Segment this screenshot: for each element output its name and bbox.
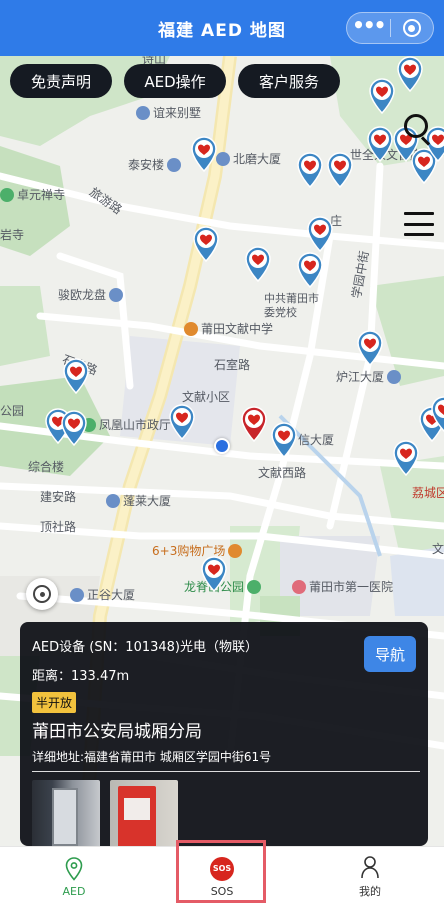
search-button[interactable] (402, 112, 434, 146)
building-icon (136, 105, 150, 120)
photo-gallery (32, 780, 416, 850)
user-location-dot (214, 438, 230, 454)
road-label: 文献西路 (258, 466, 307, 480)
aed-marker[interactable] (62, 358, 90, 394)
crosshair-icon (33, 585, 51, 603)
map-label: 荔城区 (412, 486, 444, 500)
locate-me-button[interactable] (26, 578, 58, 610)
app-header: 福建 AED 地图 ••• (0, 0, 444, 56)
sos-icon: SOS (210, 856, 234, 881)
disclaimer-button[interactable]: 免责声明 (10, 64, 112, 98)
park-icon (247, 579, 262, 594)
map-poi: 谊来别墅 (136, 104, 201, 121)
aed-marker[interactable] (306, 216, 334, 252)
user-icon (361, 856, 379, 879)
aed-map-screen: 福建 AED 地图 ••• 诗山 谊来别墅 北磨大厦 世全人文首府 旅游路 泰安… (0, 0, 444, 907)
map-label: 中共莆田市委党校 (264, 292, 319, 319)
map-poi: 凤凰山市政厅 (82, 416, 171, 433)
bottom-tab-bar: AED SOS SOS 我的 (0, 846, 444, 907)
building-icon (109, 287, 124, 302)
map-pin-icon (65, 856, 83, 881)
aed-marker[interactable] (430, 396, 444, 432)
road-label: 石室路 (214, 358, 251, 372)
aed-marker[interactable] (244, 246, 272, 282)
navigate-button[interactable]: 导航 (364, 636, 416, 672)
tab-sos[interactable]: SOS SOS (148, 847, 296, 907)
map-label: 岩寺 (0, 228, 25, 242)
status-badge: 半开放 (32, 692, 77, 713)
map-label: 综合楼 (28, 460, 65, 474)
aed-marker[interactable] (240, 406, 268, 442)
tab-label: 我的 (359, 885, 381, 898)
miniprogram-capsule: ••• (346, 12, 434, 44)
aed-marker[interactable] (356, 330, 384, 366)
more-button[interactable]: ••• (347, 13, 390, 43)
device-sn: AED设备 (SN：101348)光电（物联） (32, 640, 258, 655)
map-poi: 泰安楼 (128, 156, 182, 173)
tab-label: SOS (210, 884, 234, 898)
map-poi: 正谷大厦 (70, 586, 135, 603)
building-icon (106, 493, 120, 508)
aed-photo[interactable] (32, 780, 100, 850)
aed-operation-button[interactable]: AED操作 (124, 64, 226, 98)
aed-marker[interactable] (200, 556, 228, 592)
location-name: 莆田市公安局城厢分局 (32, 722, 202, 742)
map-poi: 北磨大厦 (216, 150, 281, 167)
aed-marker[interactable] (270, 422, 298, 458)
menu-icon (404, 212, 434, 215)
map-poi: 蓬莱大厦 (106, 492, 171, 509)
map-poi: 骏欧龙盘 (58, 286, 124, 303)
page-title: 福建 AED 地图 (158, 20, 286, 41)
map-poi: 莆田文献中学 (184, 320, 273, 337)
aed-marker[interactable] (392, 440, 420, 476)
tab-label: AED (62, 884, 86, 898)
search-icon (404, 114, 428, 138)
map-label: 文献小区 (182, 390, 231, 404)
tab-mine[interactable]: 我的 (296, 847, 444, 907)
tab-aed[interactable]: AED (0, 847, 148, 907)
building-icon (387, 369, 402, 384)
aed-info-card[interactable]: AED设备 (SN：101348)光电（物联） 距离：133.47m 半开放 莆… (20, 622, 428, 850)
aed-marker[interactable] (296, 152, 324, 188)
map-poi: 6+3购物广场 (152, 542, 243, 559)
map-label: 公园 (0, 404, 25, 418)
building-icon (216, 151, 230, 166)
hospital-icon (292, 579, 306, 594)
more-dots-icon: ••• (352, 13, 386, 37)
aed-photo[interactable] (110, 780, 178, 850)
close-button[interactable] (391, 13, 434, 43)
map-label: 文 (432, 542, 444, 556)
target-icon (402, 19, 421, 37)
aed-marker[interactable] (190, 136, 218, 172)
aed-marker[interactable] (168, 404, 196, 440)
aed-marker[interactable] (396, 56, 424, 92)
location-address: 详细地址:福建省莆田市 城厢区学园中街61号 (32, 748, 420, 772)
menu-button[interactable] (404, 212, 434, 236)
map-label: 信大厦 (298, 433, 335, 447)
map-poi: 莆田市第一医院 (292, 578, 393, 595)
customer-service-button[interactable]: 客户服务 (238, 64, 340, 98)
map-poi: 卓元禅寺 (0, 186, 65, 203)
road-label: 建安路 (40, 490, 77, 504)
aed-marker[interactable] (366, 126, 394, 162)
aed-marker[interactable] (368, 78, 396, 114)
temple-icon (0, 187, 14, 202)
aed-marker[interactable] (296, 252, 324, 288)
building-icon (167, 157, 182, 172)
building-icon (70, 587, 84, 602)
aed-marker[interactable] (192, 226, 220, 262)
map-poi: 炉江大厦 (336, 368, 402, 385)
shopping-icon (228, 543, 243, 558)
road-label: 顶社路 (40, 520, 77, 534)
school-icon (184, 321, 198, 336)
aed-marker[interactable] (326, 152, 354, 188)
aed-marker[interactable] (60, 410, 88, 446)
distance: 距离：133.47m (32, 669, 130, 684)
